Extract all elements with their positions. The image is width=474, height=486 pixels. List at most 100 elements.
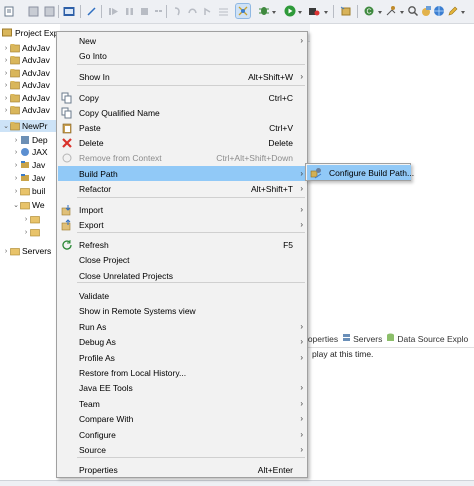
tab-data-source-explorer[interactable]: Data Source Explo (386, 333, 468, 344)
tree-item[interactable]: › Jav (0, 172, 60, 184)
menu-item-team[interactable]: Team › (58, 396, 307, 411)
run-icon[interactable] (283, 4, 297, 18)
menu-item-build-path[interactable]: Build Path › (58, 166, 307, 181)
menu-item-compare-with[interactable]: Compare With › (58, 411, 307, 426)
svg-text:C: C (366, 9, 371, 16)
menu-item-label: Validate (79, 290, 110, 301)
tree-item[interactable]: › Servers (0, 245, 60, 257)
collapsed-arrow-icon[interactable]: › (12, 162, 20, 169)
collapsed-arrow-icon[interactable]: › (12, 175, 20, 182)
menu-item-label: Remove from Context (79, 152, 162, 163)
tree-item[interactable]: › AdvJav (0, 92, 60, 104)
tree-item[interactable]: › AdvJav (0, 104, 60, 116)
expanded-arrow-icon[interactable]: ⌄ (12, 201, 20, 209)
run-external-tools-icon[interactable] (307, 4, 321, 18)
menu-item-run-as[interactable]: Run As › (58, 319, 307, 334)
drop-frame-icon[interactable] (216, 4, 230, 18)
collapsed-arrow-icon[interactable]: › (2, 57, 10, 64)
collapsed-arrow-icon[interactable]: › (2, 95, 10, 102)
terminate-icon[interactable] (137, 4, 151, 18)
menu-item-new[interactable]: New › (58, 33, 307, 48)
collapsed-arrow-icon[interactable]: › (2, 82, 10, 89)
menu-item-show-in[interactable]: Show In Alt+Shift+W › (58, 69, 307, 84)
menu-item-import[interactable]: Import › (58, 202, 307, 217)
menu-item-go-into[interactable]: Go Into (58, 48, 307, 63)
menu-item-label: Configure Build Path... (329, 167, 415, 178)
tree-item[interactable]: › JAX (0, 146, 60, 158)
menu-item-close-project[interactable]: Close Project (58, 252, 307, 267)
collapsed-arrow-icon[interactable]: › (22, 216, 30, 223)
tree-item[interactable]: › AdvJav (0, 67, 60, 79)
debug-icon[interactable] (257, 4, 271, 18)
skip-breakpoints-icon[interactable] (84, 4, 98, 18)
tree-item[interactable]: › AdvJav (0, 42, 60, 54)
tab-project-explorer[interactable]: Project Exp (0, 24, 60, 42)
web-browser-icon[interactable] (432, 4, 446, 18)
collapsed-arrow-icon[interactable]: › (12, 137, 20, 144)
menu-item-close-unrelated-projects[interactable]: Close Unrelated Projects (58, 268, 307, 283)
tree-item[interactable]: › buil (0, 185, 60, 197)
use-step-filters-icon[interactable] (235, 3, 251, 19)
edit-icon[interactable] (446, 4, 460, 18)
menu-item-label: Show In (79, 71, 110, 82)
new-java-package-icon[interactable] (339, 4, 353, 18)
menu-item-show-in-remote-systems-view[interactable]: Show in Remote Systems view (58, 303, 307, 318)
menu-item-copy-qualified-name[interactable]: Copy Qualified Name (58, 105, 307, 120)
expanded-arrow-icon[interactable]: ⌄ (2, 122, 10, 130)
menu-item-java-ee-tools[interactable]: Java EE Tools › (58, 380, 307, 395)
step-into-icon[interactable] (170, 4, 184, 18)
menu-item-label: Refresh (79, 239, 109, 250)
menu-item-configure[interactable]: Configure › (58, 427, 307, 442)
open-perspective-icon[interactable] (419, 4, 433, 18)
tab-servers[interactable]: Servers (342, 333, 382, 344)
new-icon[interactable] (2, 4, 16, 18)
menu-item-debug-as[interactable]: Debug As › (58, 334, 307, 349)
tree-item[interactable]: ⌄ We (0, 199, 60, 211)
menu-item-export[interactable]: Export › (58, 217, 307, 232)
collapsed-arrow-icon[interactable]: › (12, 188, 20, 195)
menu-item-refresh[interactable]: Refresh F5 (58, 237, 307, 252)
step-over-icon[interactable] (185, 4, 199, 18)
collapsed-arrow-icon[interactable]: › (12, 149, 20, 156)
menu-item-validate[interactable]: Validate (58, 288, 307, 303)
resume-icon[interactable] (106, 4, 120, 18)
tree-item[interactable]: › Jav (0, 159, 60, 171)
tree-item[interactable]: › (0, 213, 60, 225)
collapsed-arrow-icon[interactable]: › (2, 70, 10, 77)
menu-item-paste[interactable]: Paste Ctrl+V (58, 120, 307, 135)
new-java-class-icon[interactable]: C (362, 4, 376, 18)
menu-item-source[interactable]: Source › (58, 442, 307, 457)
step-return-icon[interactable] (200, 4, 214, 18)
project-icon (10, 68, 20, 78)
data-source-icon (386, 333, 395, 344)
tree-item-label: JAX (32, 147, 48, 157)
collapsed-arrow-icon[interactable]: › (2, 107, 10, 114)
menu-item-label: Paste (79, 122, 101, 133)
tree-item[interactable]: › AdvJav (0, 54, 60, 66)
tree-item[interactable]: › Dep (0, 134, 60, 146)
open-type-icon[interactable] (384, 4, 398, 18)
tree-item[interactable]: › AdvJav (0, 79, 60, 91)
menu-item-delete[interactable]: Delete Delete (58, 135, 307, 150)
menu-item-profile-as[interactable]: Profile As › (58, 350, 307, 365)
menu-item-label: Import (79, 204, 104, 215)
menu-item-restore-from-local-history[interactable]: Restore from Local History... (58, 365, 307, 380)
search-icon[interactable] (406, 4, 420, 18)
disconnect-icon[interactable] (151, 4, 165, 18)
menu-item-properties[interactable]: Properties Alt+Enter (58, 462, 307, 477)
collapsed-arrow-icon[interactable]: › (2, 248, 10, 255)
collapsed-arrow-icon[interactable]: › (2, 45, 10, 52)
deployment-descriptor-icon (20, 135, 30, 145)
console-icon[interactable] (62, 4, 76, 18)
menu-item-copy[interactable]: Copy Ctrl+C (58, 90, 307, 105)
tree-item[interactable]: › (0, 226, 60, 238)
save-icon[interactable] (26, 4, 40, 18)
collapsed-arrow-icon[interactable]: › (22, 229, 30, 236)
tree-item[interactable]: ⌄ NewPr (0, 120, 60, 132)
tab-properties[interactable]: roperties (305, 334, 338, 344)
save-all-icon[interactable] (42, 4, 56, 18)
menu-item-refactor[interactable]: Refactor Alt+Shift+T › (58, 181, 307, 196)
jax-ws-icon (20, 147, 30, 157)
menu-item-configure-build-path[interactable]: Configure Build Path... (307, 165, 415, 180)
suspend-icon[interactable] (122, 4, 136, 18)
